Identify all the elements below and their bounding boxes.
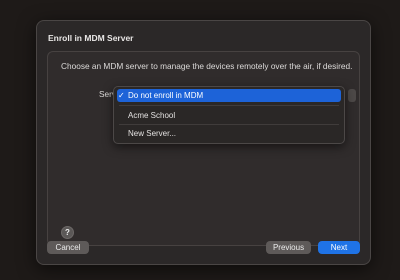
menu-item-do-not-enroll[interactable]: ✓ Do not enroll in MDM: [117, 89, 341, 102]
cancel-button[interactable]: Cancel: [47, 241, 89, 254]
menu-item-new-server[interactable]: New Server...: [117, 127, 341, 140]
instructions-text: Choose an MDM server to manage the devic…: [61, 61, 353, 71]
previous-button[interactable]: Previous: [266, 241, 311, 254]
server-popup-button[interactable]: [348, 89, 356, 102]
dialog-title: Enroll in MDM Server: [48, 33, 134, 43]
menu-separator: [119, 124, 339, 125]
help-button[interactable]: ?: [61, 226, 74, 239]
server-dropdown-menu: ✓ Do not enroll in MDM Acme School New S…: [113, 86, 345, 144]
menu-item-label: Acme School: [128, 111, 176, 120]
menu-item-label: Do not enroll in MDM: [128, 91, 204, 100]
checkmark-icon: ✓: [118, 91, 125, 100]
next-button[interactable]: Next: [318, 241, 360, 254]
menu-item-acme-school[interactable]: Acme School: [117, 109, 341, 122]
menu-separator: [119, 105, 339, 106]
menu-item-label: New Server...: [128, 129, 177, 138]
content-panel: Choose an MDM server to manage the devic…: [47, 51, 360, 246]
